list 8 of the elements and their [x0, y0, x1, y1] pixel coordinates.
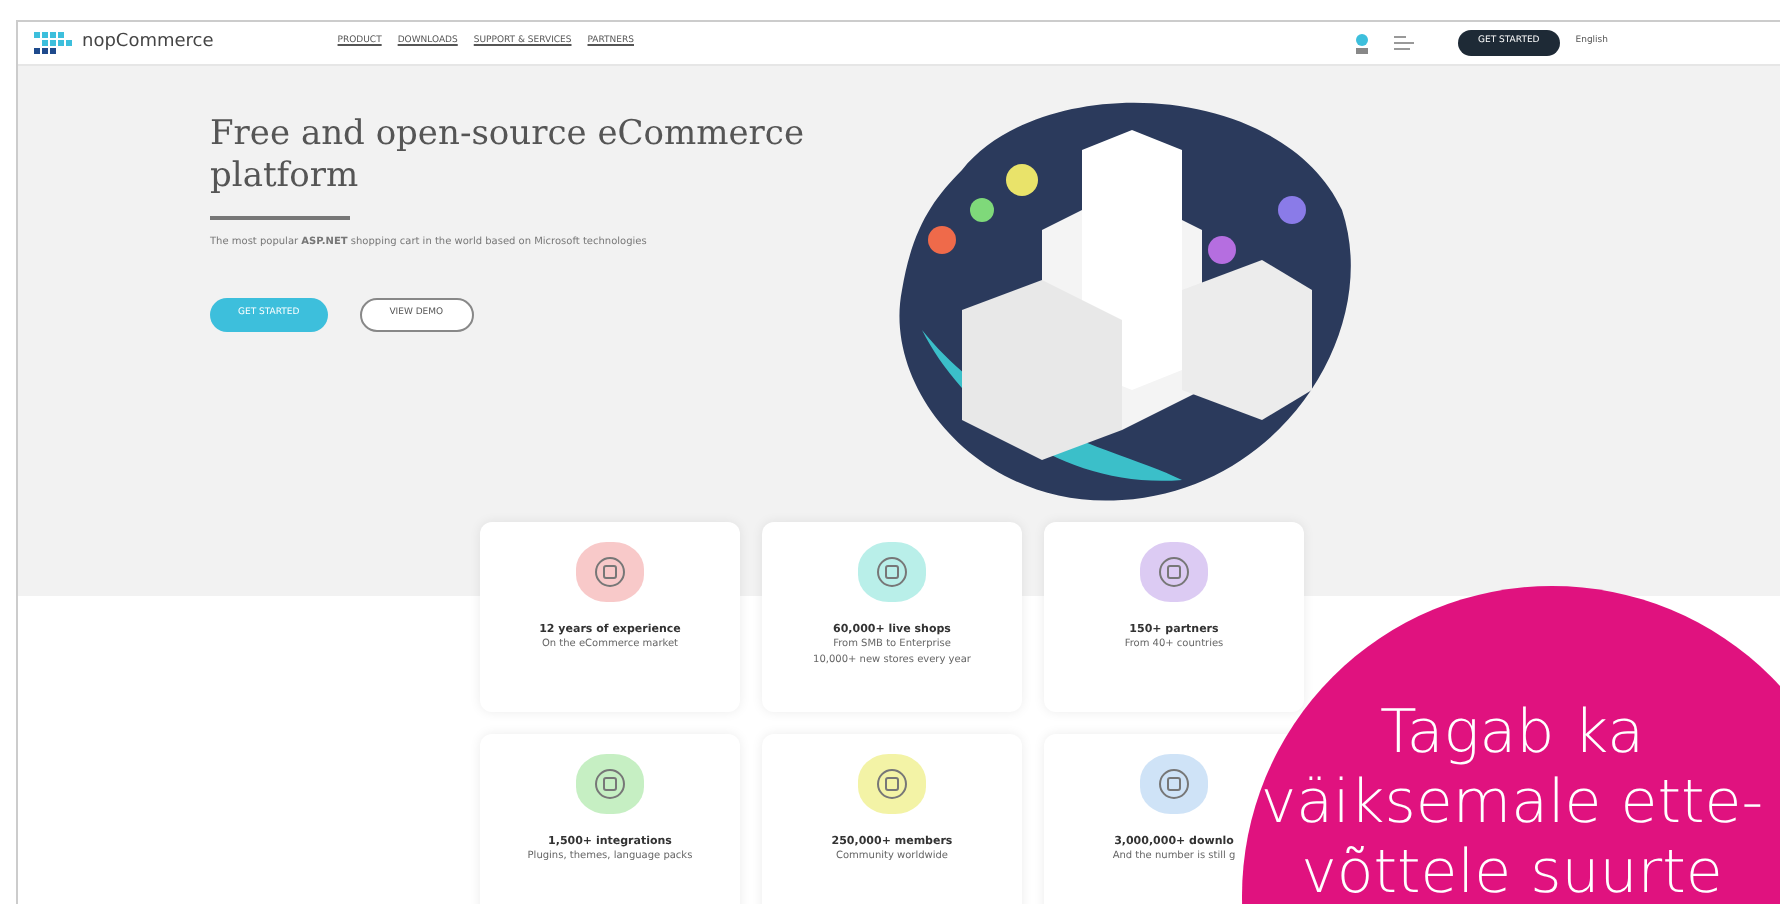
callout-text: Tagab ka [1380, 698, 1644, 769]
callout-text: võttele suurte [1301, 838, 1723, 904]
logo-text[interactable]: nopCommerce [82, 29, 214, 57]
user-icon[interactable] [1354, 33, 1371, 53]
hero-title: Free and open-source eCommerce platform [210, 114, 807, 199]
logo-icon [34, 31, 74, 55]
menu-icon[interactable] [1394, 35, 1415, 51]
callout-text: väiksemale ette- [1260, 768, 1764, 839]
